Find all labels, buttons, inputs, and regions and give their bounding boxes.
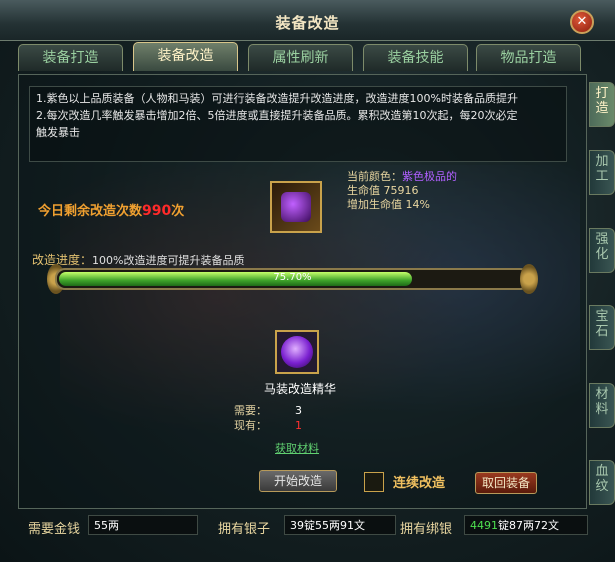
have-label: 现有：: [234, 419, 267, 432]
tab-item-craft[interactable]: 物品打造: [476, 44, 581, 71]
hp-stat: 生命值 75916: [347, 184, 419, 197]
title-bar[interactable]: 装备改造 ✕: [0, 0, 615, 41]
close-icon[interactable]: ✕: [570, 10, 594, 34]
get-material-link[interactable]: 获取材料: [275, 440, 319, 456]
side-tab-bloodline[interactable]: 血纹: [589, 460, 615, 505]
progress-label: 改造进度：100%改造进度可提升装备品质: [32, 251, 244, 268]
need-label: 需要：: [234, 404, 267, 417]
material-name: 马装改造精华: [263, 382, 336, 396]
equipment-icon: [281, 192, 311, 222]
remaining-label: 今日剩余改造次数: [38, 204, 143, 219]
retrieve-equipment-button[interactable]: 取回装备: [475, 472, 537, 494]
info-box: 1.紫色以上品质装备（人物和马装）可进行装备改造提升改造进度，改造进度100%时…: [29, 86, 567, 162]
info-line-1: 1.紫色以上品质装备（人物和马装）可进行装备改造提升改造进度，改造进度100%时…: [36, 92, 518, 105]
material-slot[interactable]: [275, 330, 319, 374]
hp-bonus-stat: 增加生命值 14%: [347, 198, 430, 211]
remaining-suffix: 次: [171, 204, 185, 219]
side-tab-gem[interactable]: 宝石: [589, 305, 615, 350]
silver-value: 39锭55两91文: [284, 515, 396, 535]
tab-equipment-craft[interactable]: 装备打造: [18, 44, 123, 71]
info-line-3: 触发暴击: [36, 126, 80, 139]
color-label: 当前颜色：: [347, 170, 402, 183]
color-value: 紫色极品的: [402, 170, 457, 183]
window-title: 装备改造: [275, 14, 340, 32]
continuous-label: 连续改造: [393, 476, 446, 491]
progress-bar: 75.70%: [55, 268, 530, 290]
bound-silver-value: 4491锭87两72文: [464, 515, 588, 535]
material-requirements: 需要： 3 现有： 1: [234, 403, 302, 433]
remaining-attempts: 今日剩余改造次数990次: [38, 200, 184, 219]
need-value: 3: [295, 404, 302, 417]
cost-label: 需要金钱: [28, 522, 81, 537]
bound-silver-amount: 4491: [470, 519, 498, 532]
silver-label: 拥有银子: [218, 522, 271, 537]
start-modify-button[interactable]: 开始改造: [259, 470, 337, 492]
bound-silver-rest: 锭87两72文: [498, 519, 559, 532]
currency-bar: 需要金钱 55两 拥有银子 39锭55两91文 拥有绑银 4491锭87两72文: [18, 510, 590, 560]
progress-title: 改造进度：: [32, 253, 93, 267]
progress-text: 75.70%: [273, 272, 312, 283]
continuous-checkbox[interactable]: [364, 472, 384, 492]
tab-equipment-modify[interactable]: 装备改造: [133, 42, 238, 71]
progress-note: 100%改造进度可提升装备品质: [92, 254, 245, 267]
equipment-slot[interactable]: [270, 181, 322, 233]
equipment-modify-window: 装备改造 ✕ 装备打造 装备改造 属性刷新 装备技能 物品打造 打造 加工 强化…: [0, 0, 615, 562]
tab-attribute-refresh[interactable]: 属性刷新: [248, 44, 353, 71]
have-value: 1: [295, 419, 302, 432]
info-line-2: 2.每次改造几率触发暴击增加2倍、5倍进度或直接提升装备品质。累积改造第10次起…: [36, 109, 518, 122]
tab-equipment-skill[interactable]: 装备技能: [363, 44, 468, 71]
side-tab-material[interactable]: 材料: [589, 383, 615, 428]
progress-cap-right: [520, 264, 538, 294]
side-tab-process[interactable]: 加工: [589, 150, 615, 195]
cost-value: 55两: [88, 515, 198, 535]
essence-icon: [281, 336, 313, 368]
side-tab-craft[interactable]: 打造: [589, 82, 615, 127]
remaining-count: 990: [142, 203, 172, 219]
item-stats: 当前颜色：紫色极品的 生命值 75916 增加生命值 14%: [347, 170, 457, 212]
bound-silver-label: 拥有绑银: [400, 522, 453, 537]
side-tab-enhance[interactable]: 强化: [589, 228, 615, 273]
